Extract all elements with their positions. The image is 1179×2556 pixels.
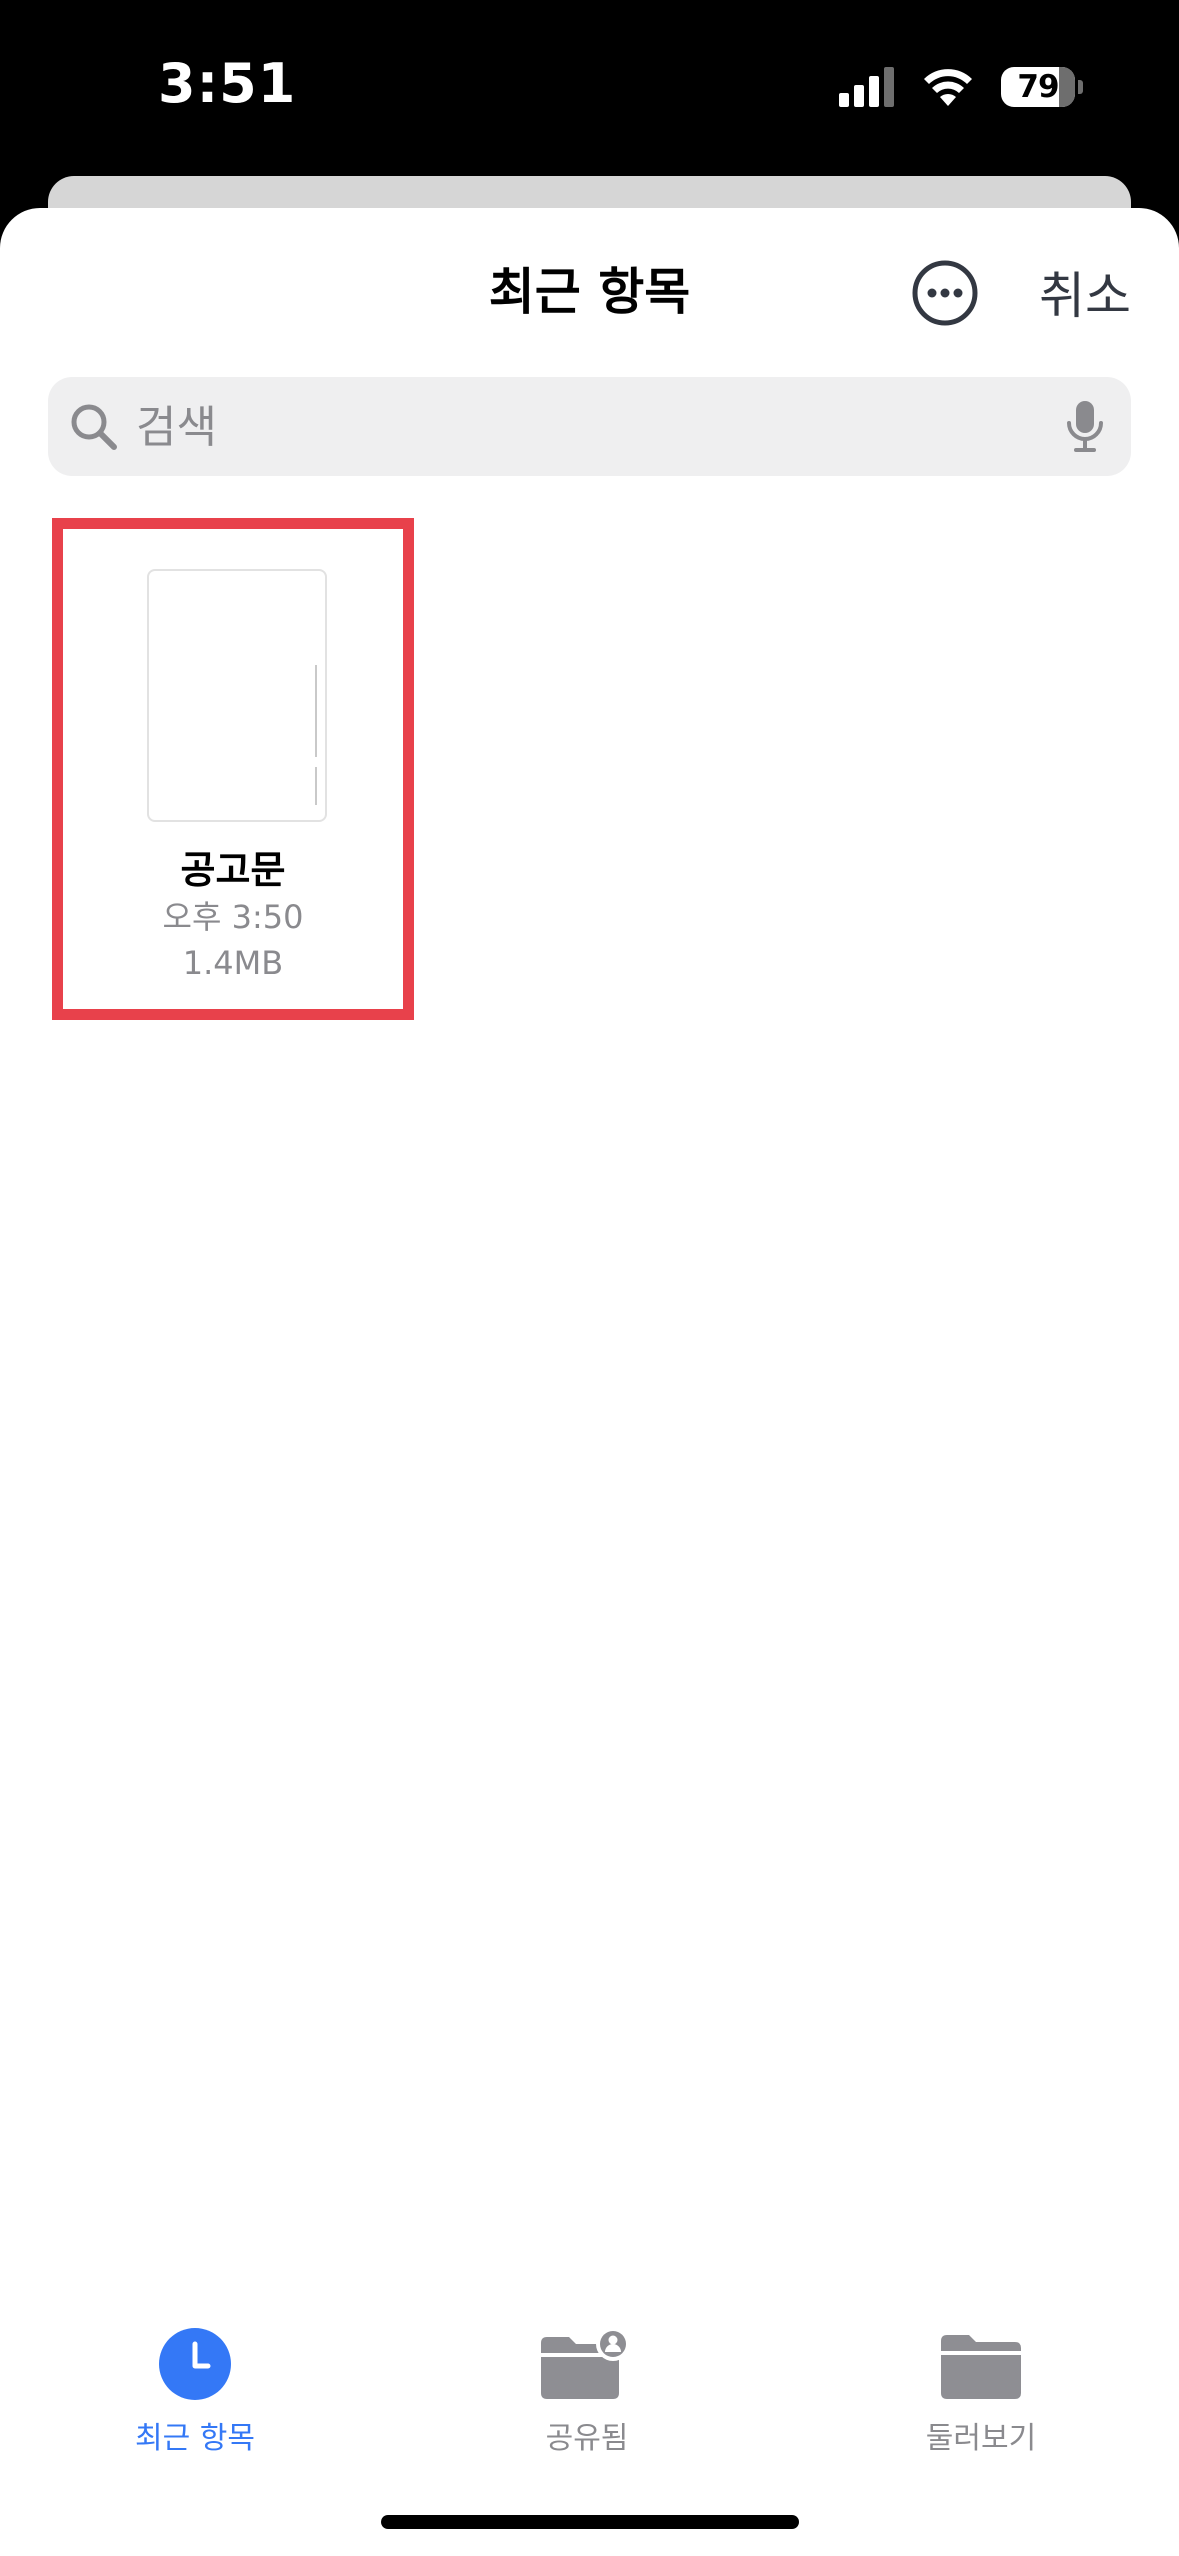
ellipsis-circle-icon[interactable]: [910, 258, 980, 328]
search-icon: [71, 404, 117, 450]
tab-label: 둘러보기: [925, 2421, 1037, 2456]
tab-shared[interactable]: 공유됨: [477, 2315, 697, 2465]
shared-folder-icon: [541, 2327, 630, 2399]
search-bar[interactable]: [48, 377, 1131, 478]
cellular-signal-icon: [839, 67, 894, 107]
battery-tip: [1078, 80, 1083, 94]
status-time: 3:51: [158, 52, 297, 115]
wifi-icon: [924, 69, 972, 106]
microphone-icon[interactable]: [1065, 399, 1105, 455]
file-item[interactable]: 공고문 오후 3:50 1.4MB: [52, 518, 414, 1020]
page-title: 최근 항목: [488, 263, 691, 321]
tab-browse[interactable]: 둘러보기: [871, 2315, 1091, 2465]
cancel-button[interactable]: 취소: [1039, 256, 1131, 328]
tab-recents[interactable]: 최근 항목: [85, 2315, 305, 2465]
battery-level: 79: [1017, 69, 1059, 105]
screen: 3:51 79 최근 항목 취소 검색 공고문 오후 3:50 1.4MB 최근…: [0, 0, 1179, 2556]
tab-label: 공유됨: [545, 2421, 629, 2456]
home-indicator[interactable]: [381, 2515, 799, 2529]
clock-icon: [159, 2328, 231, 2400]
tab-label: 최근 항목: [135, 2421, 255, 2456]
status-icons: 79: [839, 62, 1083, 112]
file-thumbnail: [147, 569, 327, 822]
file-size: 1.4MB: [182, 944, 284, 982]
battery-icon: 79: [1001, 67, 1075, 107]
search-input[interactable]: [134, 377, 1041, 478]
file-modified-time: 오후 3:50: [162, 898, 304, 936]
tab-bar: 최근 항목 공유됨 둘러보기: [0, 2315, 1179, 2465]
folder-icon: [941, 2335, 1021, 2399]
file-name: 공고문: [180, 848, 286, 892]
